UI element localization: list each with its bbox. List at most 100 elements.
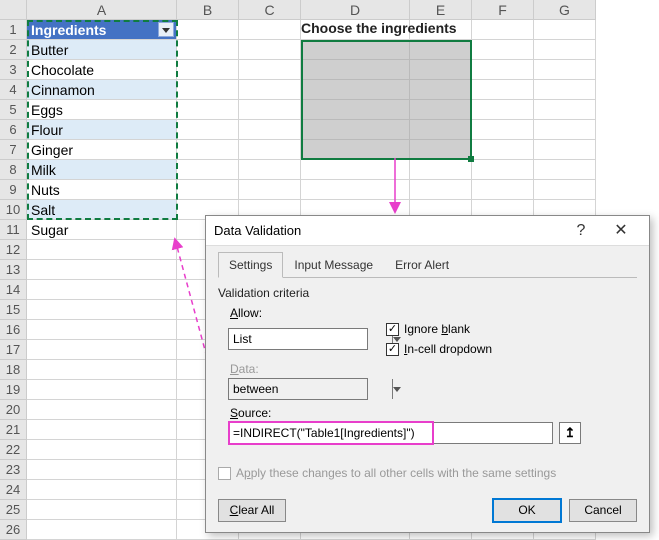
cell[interactable]: Eggs	[27, 100, 177, 120]
cell[interactable]: Sugar	[27, 220, 177, 240]
cell[interactable]	[239, 80, 301, 100]
cell[interactable]	[177, 160, 239, 180]
cell[interactable]	[534, 180, 596, 200]
row-header[interactable]: 6	[0, 120, 27, 140]
selected-range[interactable]	[301, 40, 472, 160]
cell[interactable]: Flour	[27, 120, 177, 140]
cell[interactable]	[177, 80, 239, 100]
row-header[interactable]: 18	[0, 360, 27, 380]
tab-settings[interactable]: Settings	[218, 252, 283, 278]
cancel-button[interactable]: Cancel	[569, 499, 637, 522]
cell[interactable]	[472, 60, 534, 80]
cell[interactable]	[239, 60, 301, 80]
cell[interactable]	[27, 340, 177, 360]
cell[interactable]	[239, 140, 301, 160]
cell[interactable]	[177, 120, 239, 140]
row-header[interactable]: 21	[0, 420, 27, 440]
cell[interactable]	[177, 20, 239, 40]
cell[interactable]: Ingredients	[27, 20, 177, 40]
cell[interactable]	[239, 160, 301, 180]
cell[interactable]	[239, 180, 301, 200]
cell[interactable]	[472, 100, 534, 120]
help-button[interactable]: ?	[561, 216, 601, 246]
clear-all-button[interactable]: Clear All	[218, 499, 286, 522]
row-header[interactable]: 22	[0, 440, 27, 460]
cell[interactable]: Cinnamon	[27, 80, 177, 100]
cell[interactable]	[27, 420, 177, 440]
cell[interactable]: Salt	[27, 200, 177, 220]
cell[interactable]	[177, 60, 239, 80]
cell[interactable]	[27, 460, 177, 480]
tab-error-alert[interactable]: Error Alert	[384, 252, 460, 278]
cell[interactable]	[27, 320, 177, 340]
source-input-wrap[interactable]	[228, 422, 553, 444]
cell[interactable]	[410, 160, 472, 180]
cell[interactable]: Ginger	[27, 140, 177, 160]
filter-button[interactable]	[158, 22, 174, 37]
cell[interactable]	[534, 20, 596, 40]
cell[interactable]	[534, 100, 596, 120]
cell[interactable]	[27, 480, 177, 500]
cell[interactable]	[472, 20, 534, 40]
row-header[interactable]: 14	[0, 280, 27, 300]
cell[interactable]	[27, 260, 177, 280]
col-header[interactable]: C	[239, 0, 301, 20]
dialog-titlebar[interactable]: Data Validation ? ✕	[206, 216, 649, 246]
cell[interactable]	[534, 80, 596, 100]
row-header[interactable]: 19	[0, 380, 27, 400]
cell[interactable]	[177, 140, 239, 160]
row-header[interactable]: 24	[0, 480, 27, 500]
cell[interactable]	[534, 40, 596, 60]
cell[interactable]	[177, 40, 239, 60]
incell-dropdown-checkbox[interactable]: ✓In-cell dropdown	[386, 342, 492, 356]
row-header[interactable]: 9	[0, 180, 27, 200]
ignore-blank-checkbox[interactable]: ✓Ignore blank	[386, 322, 492, 336]
cell[interactable]	[239, 40, 301, 60]
row-header[interactable]: 5	[0, 100, 27, 120]
range-selector-button[interactable]: ↥	[559, 422, 581, 444]
cell[interactable]	[177, 180, 239, 200]
cell[interactable]	[534, 120, 596, 140]
row-header[interactable]: 23	[0, 460, 27, 480]
row-header[interactable]: 2	[0, 40, 27, 60]
row-header[interactable]: 7	[0, 140, 27, 160]
cell[interactable]: Nuts	[27, 180, 177, 200]
row-header[interactable]: 16	[0, 320, 27, 340]
col-header[interactable]: F	[472, 0, 534, 20]
cell[interactable]	[410, 180, 472, 200]
col-header[interactable]: E	[410, 0, 472, 20]
cell[interactable]	[27, 380, 177, 400]
tab-input-message[interactable]: Input Message	[283, 252, 384, 278]
cell[interactable]	[534, 140, 596, 160]
cell[interactable]	[239, 20, 301, 40]
cell[interactable]	[472, 180, 534, 200]
cell[interactable]	[27, 280, 177, 300]
cell[interactable]	[177, 100, 239, 120]
cell[interactable]	[472, 160, 534, 180]
cell[interactable]	[239, 120, 301, 140]
row-header[interactable]: 4	[0, 80, 27, 100]
cell[interactable]	[472, 120, 534, 140]
cell[interactable]	[27, 360, 177, 380]
cell[interactable]	[27, 400, 177, 420]
cell[interactable]	[534, 60, 596, 80]
cell[interactable]	[27, 520, 177, 540]
cell[interactable]: Milk	[27, 160, 177, 180]
row-header[interactable]: 25	[0, 500, 27, 520]
cell[interactable]	[534, 160, 596, 180]
row-header[interactable]: 15	[0, 300, 27, 320]
cell[interactable]	[239, 100, 301, 120]
fill-handle[interactable]	[468, 156, 474, 162]
col-header[interactable]: G	[534, 0, 596, 20]
row-header[interactable]: 20	[0, 400, 27, 420]
col-header[interactable]: D	[301, 0, 410, 20]
cell[interactable]	[472, 80, 534, 100]
row-header[interactable]: 1	[0, 20, 27, 40]
close-button[interactable]: ✕	[601, 216, 641, 246]
row-header[interactable]: 10	[0, 200, 27, 220]
cell[interactable]	[27, 240, 177, 260]
row-header[interactable]: 3	[0, 60, 27, 80]
cell[interactable]	[27, 440, 177, 460]
row-header[interactable]: 8	[0, 160, 27, 180]
row-header[interactable]: 12	[0, 240, 27, 260]
